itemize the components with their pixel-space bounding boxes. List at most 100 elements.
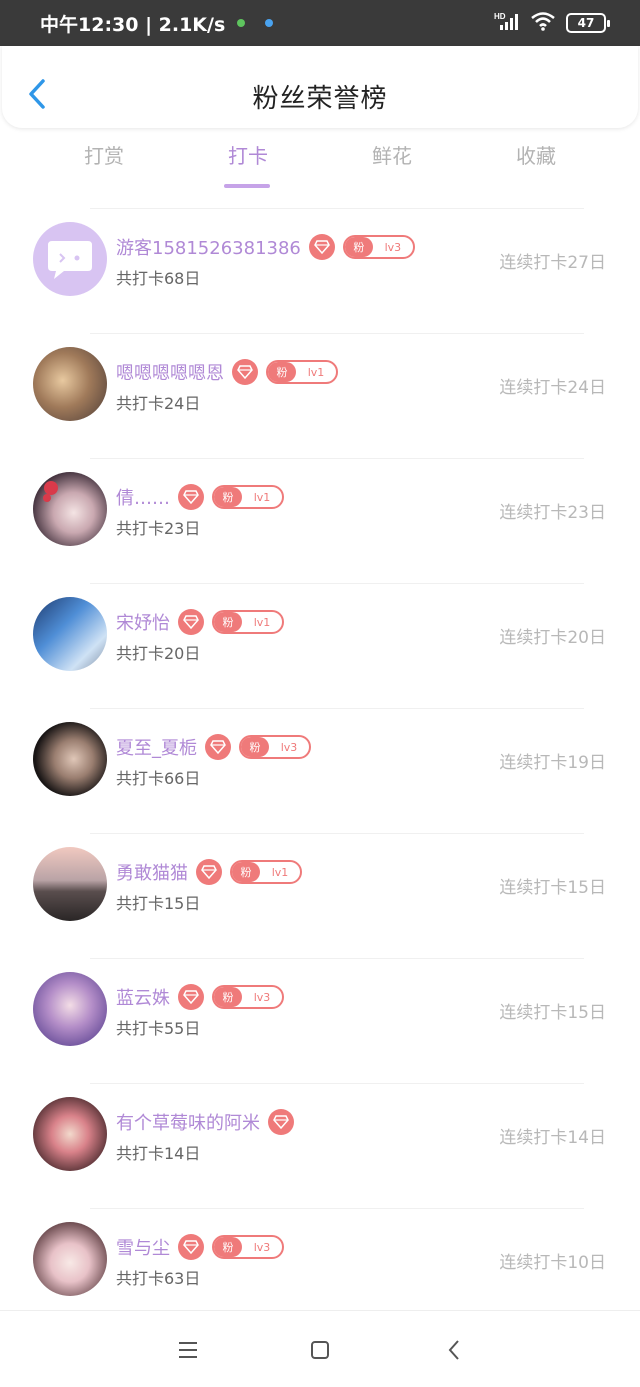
divider	[90, 833, 584, 834]
list-item[interactable]: 夏至_夏栀 粉 lv3 共打卡66日 连续打卡19日	[0, 708, 640, 833]
tab-flowers[interactable]: 鲜花	[332, 140, 452, 169]
total-checkins: 共打卡68日	[116, 269, 201, 288]
fan-label: 粉	[214, 487, 242, 507]
user-name[interactable]: 嗯嗯嗯嗯嗯恩	[116, 359, 224, 385]
diamond-icon	[268, 1109, 294, 1135]
name-line: 宋妤怡 粉 lv1	[116, 607, 284, 637]
fan-level: lv1	[307, 365, 325, 379]
total-checkins: 共打卡15日	[116, 894, 201, 913]
system-back-button[interactable]	[434, 1333, 474, 1367]
divider	[90, 958, 584, 959]
fan-level-badge: 粉 lv3	[239, 735, 311, 759]
list-item[interactable]: 倩…… 粉 lv1 共打卡23日 连续打卡23日	[0, 458, 640, 583]
list-item[interactable]: 宋妤怡 粉 lv1 共打卡20日 连续打卡20日	[0, 583, 640, 708]
divider	[90, 708, 584, 709]
blue-dot-icon	[265, 19, 274, 27]
fan-level-badge: 粉 lv3	[212, 985, 284, 1009]
fan-label: 粉	[344, 237, 373, 257]
fan-level: lv1	[271, 865, 289, 879]
list-item[interactable]: 勇敢猫猫 粉 lv1 共打卡15日 连续打卡15日	[0, 833, 640, 958]
user-name[interactable]: 宋妤怡	[116, 609, 170, 635]
header: 粉丝荣誉榜	[2, 46, 638, 128]
avatar[interactable]	[33, 847, 107, 921]
tab-active-indicator	[224, 184, 270, 188]
avatar[interactable]	[33, 222, 107, 296]
svg-text:HD: HD	[494, 12, 506, 21]
fan-level: lv3	[253, 1240, 271, 1254]
user-name[interactable]: 游客1581526381386	[116, 234, 301, 260]
green-dot-icon	[237, 19, 246, 27]
name-line: 游客1581526381386 粉 lv3	[116, 232, 415, 262]
status-right: HD 47	[494, 0, 610, 46]
fan-label: 粉	[214, 1237, 242, 1257]
tab-checkin[interactable]: 打卡	[188, 140, 308, 188]
divider	[90, 333, 584, 334]
avatar[interactable]	[33, 1097, 107, 1171]
menu-button[interactable]	[168, 1333, 208, 1367]
streak-checkins: 连续打卡23日	[499, 503, 606, 523]
avatar[interactable]	[33, 722, 107, 796]
tab-bar: 打赏 打卡 鲜花 收藏	[0, 140, 640, 196]
fan-label: 粉	[232, 862, 260, 882]
fan-level: lv3	[253, 990, 271, 1004]
square-home-icon	[311, 1341, 329, 1359]
diamond-icon	[232, 359, 258, 385]
fan-level-badge: 粉 lv3	[342, 235, 415, 259]
status-bar: 中午12:30 | 2.1K/s HD 47	[0, 0, 640, 46]
user-name[interactable]: 蓝云姝	[116, 984, 170, 1010]
signal-icon: HD	[494, 11, 520, 35]
list-item[interactable]: 嗯嗯嗯嗯嗯恩 粉 lv1 共打卡24日 连续打卡24日	[0, 333, 640, 458]
streak-checkins: 连续打卡27日	[499, 253, 606, 273]
fan-list: 游客1581526381386 粉 lv3 共打卡68日 连续打卡27日 嗯嗯嗯…	[0, 208, 640, 1333]
fan-level-badge: 粉 lv1	[212, 485, 284, 509]
list-item[interactable]: 有个草莓味的阿米 共打卡14日 连续打卡14日	[0, 1083, 640, 1208]
flower-icon	[43, 481, 58, 502]
avatar[interactable]	[33, 472, 107, 546]
total-checkins: 共打卡14日	[116, 1144, 201, 1163]
chevron-left-icon	[448, 1340, 459, 1360]
tab-checkin-label: 打卡	[228, 144, 268, 168]
status-left: 中午12:30 | 2.1K/s	[40, 0, 274, 46]
avatar[interactable]	[33, 347, 107, 421]
list-item[interactable]: 游客1581526381386 粉 lv3 共打卡68日 连续打卡27日	[0, 208, 640, 333]
diamond-icon	[308, 234, 335, 260]
fan-level: lv3	[280, 740, 298, 754]
name-line: 倩…… 粉 lv1	[116, 482, 284, 512]
user-name[interactable]: 有个草莓味的阿米	[116, 1109, 260, 1135]
list-item[interactable]: 蓝云姝 粉 lv3 共打卡55日 连续打卡15日	[0, 958, 640, 1083]
diamond-icon	[178, 609, 204, 635]
home-button[interactable]	[300, 1333, 340, 1367]
tab-favorites[interactable]: 收藏	[476, 140, 596, 169]
fan-level: lv1	[253, 615, 271, 629]
divider	[90, 458, 584, 459]
streak-checkins: 连续打卡10日	[499, 1253, 606, 1273]
status-time-speed: 中午12:30 | 2.1K/s	[40, 13, 226, 36]
user-name[interactable]: 倩……	[116, 484, 170, 510]
system-nav-bar	[0, 1310, 640, 1387]
user-name[interactable]: 雪与尘	[116, 1234, 170, 1260]
chat-bubble-icon	[48, 241, 92, 279]
tab-reward[interactable]: 打赏	[44, 140, 164, 169]
name-line: 嗯嗯嗯嗯嗯恩 粉 lv1	[116, 357, 338, 387]
avatar[interactable]	[33, 597, 107, 671]
page-title: 粉丝荣誉榜	[252, 84, 388, 114]
divider	[90, 583, 584, 584]
fan-label: 粉	[214, 987, 242, 1007]
battery-level: 47	[577, 16, 595, 30]
streak-checkins: 连续打卡15日	[499, 1003, 606, 1023]
diamond-icon	[196, 859, 222, 885]
name-line: 勇敢猫猫 粉 lv1	[116, 857, 302, 887]
avatar[interactable]	[33, 1222, 107, 1296]
fan-level-badge: 粉 lv1	[230, 860, 302, 884]
total-checkins: 共打卡24日	[116, 394, 201, 413]
user-name[interactable]: 勇敢猫猫	[116, 859, 188, 885]
total-checkins: 共打卡63日	[116, 1269, 201, 1288]
fan-level-badge: 粉 lv1	[266, 360, 338, 384]
divider	[90, 1083, 584, 1084]
user-name[interactable]: 夏至_夏栀	[116, 734, 197, 760]
menu-icon	[179, 1342, 197, 1358]
avatar[interactable]	[33, 972, 107, 1046]
divider	[90, 1208, 584, 1209]
diamond-icon	[178, 984, 204, 1010]
divider	[90, 208, 584, 209]
